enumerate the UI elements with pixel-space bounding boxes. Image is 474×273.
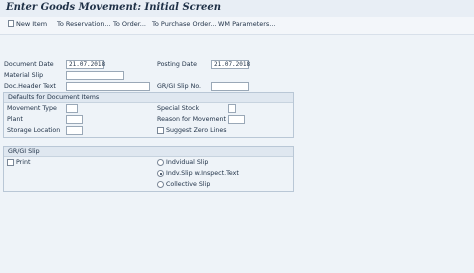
document-date-label: Document Date <box>4 61 54 68</box>
gr-gi-slip-no-label: GR/GI Slip No. <box>157 83 202 90</box>
wm-parameters-button[interactable]: WM Parameters... <box>218 20 276 28</box>
new-item-button[interactable]: New Item <box>8 20 47 28</box>
material-slip-label: Material Slip <box>4 72 44 79</box>
special-stock-field[interactable] <box>228 104 236 113</box>
individual-slip-label: Indvidual Slip <box>166 159 209 166</box>
document-date-field[interactable]: 21.07.2018 <box>66 60 105 69</box>
title-bar: Enter Goods Movement: Initial Screen <box>0 0 474 18</box>
storage-location-field[interactable] <box>66 126 83 135</box>
collective-slip-label: Collective Slip <box>166 181 211 188</box>
plant-field[interactable] <box>66 115 83 124</box>
collective-slip-radio[interactable] <box>157 181 164 188</box>
sap-screen: Enter Goods Movement: Initial Screen New… <box>0 0 474 273</box>
posting-date-field[interactable]: 21.07.2018 <box>211 60 250 69</box>
suggest-zero-lines-label: Suggest Zero Lines <box>166 127 227 134</box>
movement-type-field[interactable] <box>66 104 78 113</box>
storage-location-label: Storage Location <box>7 127 61 134</box>
posting-date-label: Posting Date <box>157 61 197 68</box>
material-slip-field[interactable] <box>66 71 124 80</box>
movement-type-label: Movement Type <box>7 105 57 112</box>
print-checkbox[interactable] <box>7 159 14 166</box>
gr-gi-slip-group-header: GR/GI Slip <box>4 147 293 157</box>
reason-for-movement-field[interactable] <box>228 115 245 124</box>
defaults-group-title: Defaults for Document Items <box>8 93 100 101</box>
indv-slip-inspect-text-radio[interactable] <box>157 170 164 177</box>
new-item-icon <box>8 20 14 27</box>
gr-gi-slip-group: GR/GI Slip <box>3 146 294 192</box>
doc-header-text-field[interactable] <box>66 82 150 91</box>
reason-for-movement-label: Reason for Movement <box>157 116 226 123</box>
defaults-group-header: Defaults for Document Items <box>4 93 293 103</box>
screen-title: Enter Goods Movement: Initial Screen <box>6 2 222 13</box>
print-label: Print <box>16 159 31 166</box>
individual-slip-radio[interactable] <box>157 159 164 166</box>
gr-gi-slip-no-field[interactable] <box>211 82 249 91</box>
special-stock-label: Special Stock <box>157 105 200 112</box>
application-toolbar: New Item To Reservation... To Order... T… <box>0 17 474 35</box>
plant-label: Plant <box>7 116 23 123</box>
indv-slip-inspect-text-label: Indv.Slip w.Inspect.Text <box>166 170 239 177</box>
gr-gi-slip-group-title: GR/GI Slip <box>8 147 40 155</box>
suggest-zero-lines-checkbox[interactable] <box>157 127 164 134</box>
doc-header-text-label: Doc.Header Text <box>4 83 56 90</box>
to-reservation-button[interactable]: To Reservation... <box>57 20 111 28</box>
new-item-label: New Item <box>16 20 48 28</box>
to-order-button[interactable]: To Order... <box>113 20 146 28</box>
to-purchase-order-button[interactable]: To Purchase Order... <box>152 20 217 28</box>
